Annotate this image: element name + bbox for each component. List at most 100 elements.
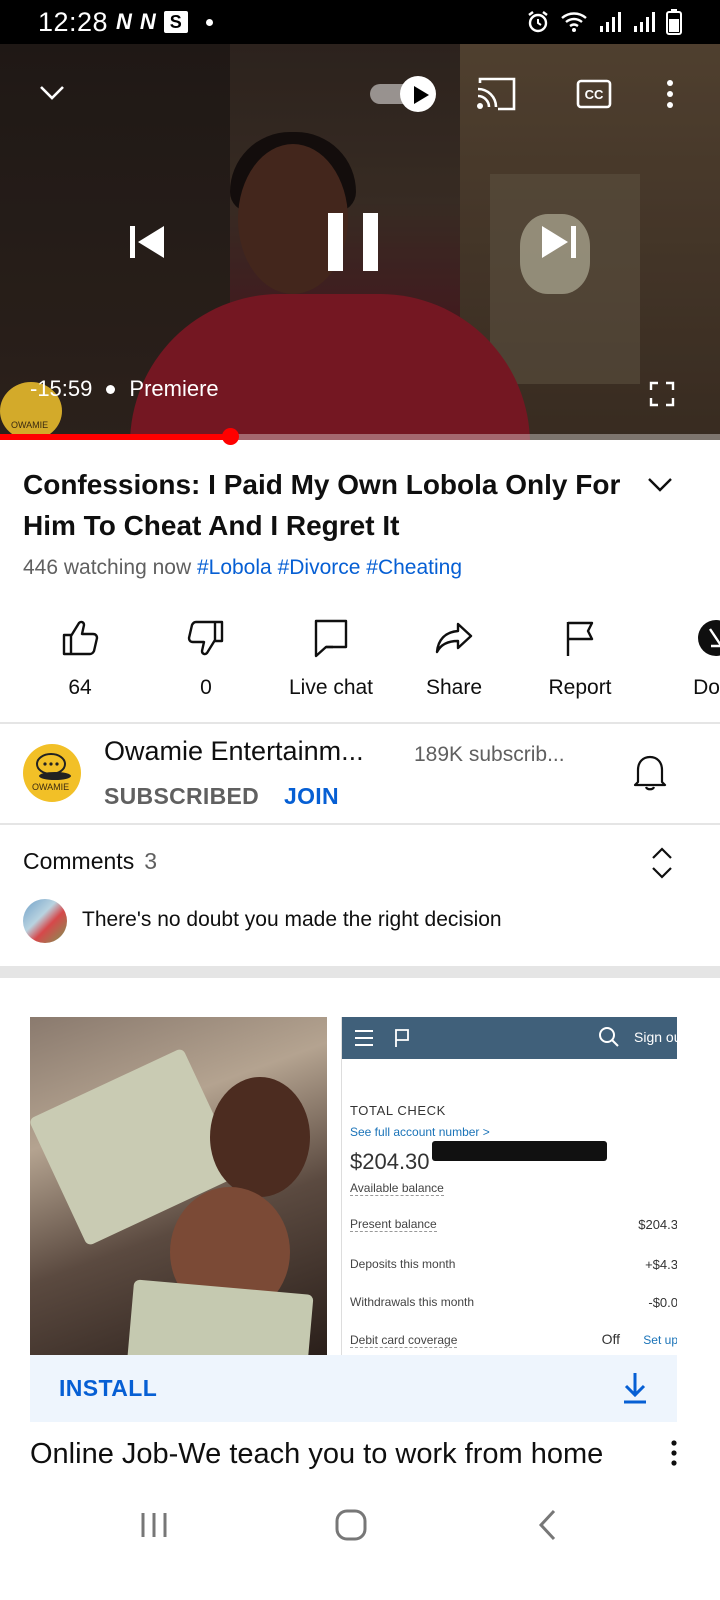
dislike-button[interactable]: 0 [146, 618, 266, 700]
bank-row-label: Deposits this month [350, 1257, 456, 1271]
expand-comments-icon[interactable] [648, 846, 676, 885]
share-button[interactable]: Share [394, 618, 514, 700]
hashtag-link[interactable]: #Cheating [366, 556, 462, 579]
commenter-avatar[interactable] [23, 899, 67, 943]
report-button[interactable]: Report [520, 618, 640, 700]
progress-fill [0, 434, 231, 440]
more-notifications-dot [205, 18, 213, 26]
signal-icon [600, 12, 621, 32]
share-label: Share [425, 676, 483, 699]
time-remaining-value: -15:59 [30, 376, 93, 401]
ad-more-options-icon[interactable] [664, 1438, 684, 1473]
video-title[interactable]: Confessions: I Paid My Own Lobola Only F… [23, 464, 623, 546]
pause-icon[interactable] [322, 208, 384, 276]
available-label: Available balance [350, 1181, 444, 1196]
back-icon[interactable] [536, 1508, 560, 1542]
svg-text:CC: CC [585, 87, 604, 102]
recent-apps-icon[interactable] [139, 1510, 169, 1540]
bank-row-label: Debit card coverage [350, 1333, 458, 1348]
action-row: 64 0 Live chat Share Report Down [0, 618, 720, 708]
next-icon[interactable] [538, 220, 582, 264]
premiere-label: Premiere [129, 376, 219, 401]
bank-header: Sign ou [342, 1017, 677, 1059]
sign-out-text: Sign ou [634, 1029, 677, 1045]
bank-row-value: Off [601, 1331, 620, 1347]
top-comment[interactable]: There's no doubt you made the right deci… [82, 908, 502, 932]
dislike-count: 0 [200, 676, 212, 699]
channel-avatar[interactable]: OWAMIE [23, 744, 81, 802]
search-icon [599, 1027, 619, 1047]
watermark-text: OWAMIE [11, 420, 49, 430]
battery-icon [666, 9, 682, 35]
flag-icon [395, 1029, 409, 1047]
redaction-bar [432, 1141, 607, 1161]
status-bar: 12:28 N N S [0, 0, 720, 44]
watching-count: 446 watching now [23, 556, 192, 579]
bank-row-value: +$4.3 [645, 1257, 677, 1272]
bank-row-value: -$0.0 [648, 1295, 677, 1310]
like-button[interactable]: 64 [20, 618, 140, 700]
like-count: 64 [68, 676, 92, 699]
home-icon[interactable] [334, 1508, 368, 1542]
comments-title: Comments [23, 848, 135, 874]
install-label: INSTALL [59, 1375, 158, 1401]
ad-title[interactable]: Online Job-We teach you to work from hom… [30, 1438, 603, 1471]
comments-header[interactable]: Comments 3 [23, 848, 157, 875]
chat-bubble-logo-icon [36, 753, 71, 780]
avatar-text: OWAMIE [32, 782, 70, 792]
alarm-icon [528, 11, 548, 33]
expand-description-icon[interactable] [646, 470, 674, 503]
signal-icon [634, 12, 655, 32]
download-arrow-icon [624, 1373, 646, 1404]
progress-scrubber[interactable] [222, 428, 240, 445]
see-full-link: See full account number > [350, 1125, 490, 1139]
download-icon [698, 620, 720, 656]
previous-icon[interactable] [124, 220, 168, 264]
ad-image-photo[interactable] [30, 1017, 327, 1355]
subscriber-count: 189K subscrib... [414, 743, 565, 766]
video-meta: 446 watching now #Lobola #Divorce #Cheat… [23, 556, 462, 580]
notification-bell-icon[interactable] [632, 752, 668, 797]
menu-icon [355, 1030, 373, 1046]
report-label: Report [548, 676, 612, 699]
cast-icon[interactable] [474, 74, 518, 114]
comments-count: 3 [144, 848, 157, 874]
notif-n-icon: N [139, 9, 156, 34]
video-player[interactable]: CC OWAMIE -15:59 Premiere [0, 44, 720, 440]
hashtag-link[interactable]: #Lobola [197, 556, 272, 579]
balance-amount: $204.30 [350, 1149, 430, 1174]
more-options-icon[interactable] [658, 74, 682, 114]
thumbs-down-icon [187, 620, 224, 656]
system-nav-bar [0, 1490, 720, 1600]
autoplay-toggle[interactable] [370, 76, 438, 112]
bank-row-label: Present balance [350, 1217, 437, 1232]
notif-s-icon: S [163, 11, 188, 33]
bank-row-label: Withdrawals this month [350, 1295, 475, 1309]
time-remaining: -15:59 Premiere [30, 376, 219, 402]
separator-dot [106, 384, 116, 394]
play-icon [414, 86, 429, 104]
thumbs-up-icon [62, 620, 99, 656]
bank-row-value: $204.3 [638, 1217, 677, 1232]
minimize-chevron-icon[interactable] [32, 72, 72, 112]
divider [0, 722, 720, 724]
fullscreen-icon[interactable] [646, 378, 678, 410]
channel-name[interactable]: Owamie Entertainm... [104, 736, 364, 767]
hashtag-link[interactable]: #Divorce [278, 556, 361, 579]
wifi-icon [561, 12, 587, 32]
notification-icons: N N S [116, 9, 213, 35]
progress-bar[interactable] [0, 428, 720, 445]
ad-image-bank-screenshot[interactable]: Sign ou TOTAL CHECK See full account num… [341, 1017, 677, 1355]
live-chat-icon [314, 619, 348, 658]
notif-n-icon: N [116, 9, 132, 34]
download-button[interactable]: Down [640, 618, 720, 700]
subscribed-button[interactable]: SUBSCRIBED [104, 783, 259, 810]
join-button[interactable]: JOIN [284, 783, 339, 810]
account-label: TOTAL CHECK [350, 1103, 446, 1118]
install-button[interactable]: INSTALL [30, 1355, 677, 1422]
system-status-icons [526, 9, 682, 35]
captions-icon[interactable]: CC [574, 74, 614, 114]
setup-link: Set up [643, 1333, 677, 1347]
divider [0, 823, 720, 825]
live-chat-button[interactable]: Live chat [271, 618, 391, 700]
